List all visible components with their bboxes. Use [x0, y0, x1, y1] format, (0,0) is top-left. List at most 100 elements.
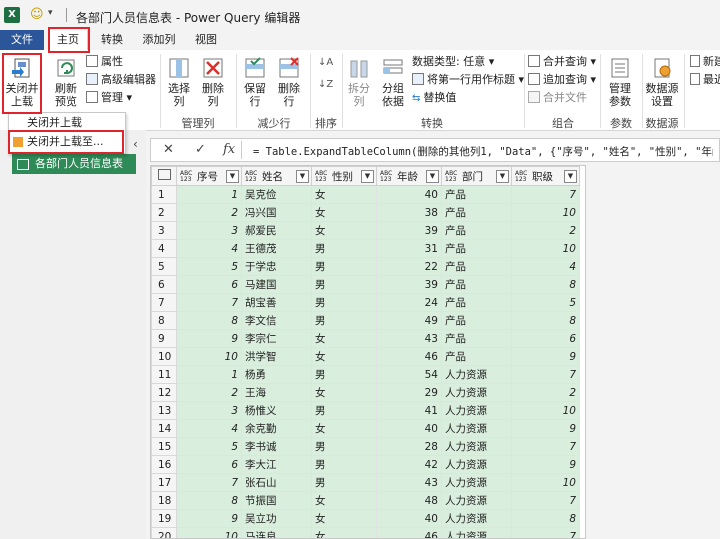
quick-access-dropdown-icon[interactable]: ▾ [48, 8, 53, 18]
table-cell[interactable]: 7 [511, 185, 580, 204]
table-cell[interactable]: 7 [511, 527, 580, 538]
table-cell[interactable]: 2 [511, 383, 580, 402]
table-cell[interactable]: 8 [511, 275, 580, 294]
split-column-button[interactable]: 拆分 列 [344, 56, 374, 108]
row-number[interactable]: 9 [151, 329, 177, 348]
table-cell[interactable]: 10 [176, 347, 242, 366]
row-number[interactable]: 16 [151, 455, 177, 474]
table-cell[interactable]: 7 [511, 437, 580, 456]
table-cell[interactable]: 5 [176, 437, 242, 456]
row-number[interactable]: 18 [151, 491, 177, 510]
append-queries-button[interactable]: 追加查询 ▾ [528, 72, 596, 88]
filter-dropdown-icon[interactable]: ▼ [361, 170, 374, 183]
table-row[interactable]: 4 4 王德茂男 31 产品 10 [151, 239, 580, 258]
table-cell[interactable]: 4 [511, 257, 580, 276]
column-header[interactable]: ABC 123 年龄 ▼ [376, 166, 442, 186]
table-cell[interactable]: 男 [311, 401, 377, 420]
table-cell[interactable]: 于学忠 [241, 257, 312, 276]
table-cell[interactable]: 8 [176, 491, 242, 510]
table-cell[interactable]: 22 [376, 257, 442, 276]
table-cell[interactable]: 产品 [441, 329, 512, 348]
table-row[interactable]: 11 1 杨勇男 54 人力资源 7 [151, 365, 580, 384]
manage-parameters-button[interactable]: 管理 参数 [604, 56, 636, 108]
table-cell[interactable]: 2 [511, 221, 580, 240]
sort-ascending-button[interactable]: ↓A [318, 54, 333, 70]
column-header[interactable]: ABC 123 序号 ▼ [176, 166, 242, 186]
table-cell[interactable]: 胡宝善 [241, 293, 312, 312]
table-cell[interactable]: 人力资源 [441, 527, 512, 538]
table-cell[interactable]: 5 [511, 293, 580, 312]
table-cell[interactable]: 人力资源 [441, 455, 512, 474]
tab-add-column[interactable]: 添加列 [138, 30, 180, 50]
table-cell[interactable]: 7 [511, 365, 580, 384]
table-cell[interactable]: 40 [376, 419, 442, 438]
table-cell[interactable]: 49 [376, 311, 442, 330]
table-cell[interactable]: 人力资源 [441, 419, 512, 438]
table-cell[interactable]: 产品 [441, 203, 512, 222]
table-cell[interactable]: 9 [511, 347, 580, 366]
table-cell[interactable]: 10 [176, 527, 242, 538]
table-cell[interactable]: 吴立功 [241, 509, 312, 528]
table-cell[interactable]: 马连良 [241, 527, 312, 538]
table-cell[interactable]: 女 [311, 419, 377, 438]
table-cell[interactable]: 王德茂 [241, 239, 312, 258]
table-cell[interactable]: 郝爱民 [241, 221, 312, 240]
table-cell[interactable]: 46 [376, 527, 442, 538]
sort-descending-button[interactable]: ↓Z [318, 76, 333, 92]
table-cell[interactable]: 产品 [441, 311, 512, 330]
table-cell[interactable]: 6 [511, 329, 580, 348]
table-cell[interactable]: 9 [176, 329, 242, 348]
column-header[interactable]: ABC 123 性别 ▼ [311, 166, 377, 186]
table-row[interactable]: 20 10 马连良女 46 人力资源 7 [151, 527, 580, 538]
table-cell[interactable]: 39 [376, 221, 442, 240]
table-cell[interactable]: 8 [176, 311, 242, 330]
table-cell[interactable]: 男 [311, 293, 377, 312]
table-cell[interactable]: 吴克俭 [241, 185, 312, 204]
table-cell[interactable]: 男 [311, 455, 377, 474]
tab-view[interactable]: 视图 [190, 30, 222, 50]
filter-dropdown-icon[interactable]: ▼ [496, 170, 509, 183]
table-cell[interactable]: 2 [176, 383, 242, 402]
new-source-button[interactable]: 新建 [690, 54, 720, 70]
table-cell[interactable]: 28 [376, 437, 442, 456]
table-cell[interactable]: 8 [511, 311, 580, 330]
table-cell[interactable]: 杨勇 [241, 365, 312, 384]
column-header[interactable]: ABC 123 姓名 ▼ [241, 166, 312, 186]
table-cell[interactable]: 女 [311, 527, 377, 538]
table-cell[interactable]: 10 [511, 239, 580, 258]
select-all-corner[interactable] [151, 166, 177, 186]
table-cell[interactable]: 女 [311, 383, 377, 402]
merge-queries-button[interactable]: 合并查询 ▾ [528, 54, 596, 70]
table-cell[interactable]: 41 [376, 401, 442, 420]
row-number[interactable]: 5 [151, 257, 177, 276]
formula-input[interactable]: = Table.ExpandTableColumn(删除的其他列1, "Data… [253, 144, 713, 159]
table-cell[interactable]: 节振国 [241, 491, 312, 510]
commit-formula-icon[interactable]: ✓ [195, 142, 206, 157]
table-cell[interactable]: 24 [376, 293, 442, 312]
row-number[interactable]: 20 [151, 527, 177, 538]
collapse-pane-chevron-icon[interactable]: ‹ [133, 137, 138, 151]
row-number[interactable]: 3 [151, 221, 177, 240]
table-row[interactable]: 15 5 李书诚男 28 人力资源 7 [151, 437, 580, 456]
table-cell[interactable]: 李宗仁 [241, 329, 312, 348]
table-cell[interactable]: 7 [176, 293, 242, 312]
row-number[interactable]: 19 [151, 509, 177, 528]
table-cell[interactable]: 女 [311, 203, 377, 222]
row-number[interactable]: 15 [151, 437, 177, 456]
combine-files-button[interactable]: 合并文件 [528, 90, 587, 106]
table-row[interactable]: 10 10 洪学智女 46 产品 9 [151, 347, 580, 366]
table-cell[interactable]: 张石山 [241, 473, 312, 492]
table-cell[interactable]: 女 [311, 491, 377, 510]
manage-button[interactable]: 管理 ▾ [86, 90, 132, 106]
table-cell[interactable]: 4 [176, 419, 242, 438]
filter-dropdown-icon[interactable]: ▼ [426, 170, 439, 183]
row-number[interactable]: 13 [151, 401, 177, 420]
row-number[interactable]: 10 [151, 347, 177, 366]
table-cell[interactable]: 42 [376, 455, 442, 474]
table-cell[interactable]: 男 [311, 239, 377, 258]
filter-dropdown-icon[interactable]: ▼ [226, 170, 239, 183]
table-row[interactable]: 3 3 郝爱民女 39 产品 2 [151, 221, 580, 240]
table-row[interactable]: 7 7 胡宝善男 24 产品 5 [151, 293, 580, 312]
filter-dropdown-icon[interactable]: ▼ [564, 170, 577, 183]
table-cell[interactable]: 6 [176, 455, 242, 474]
